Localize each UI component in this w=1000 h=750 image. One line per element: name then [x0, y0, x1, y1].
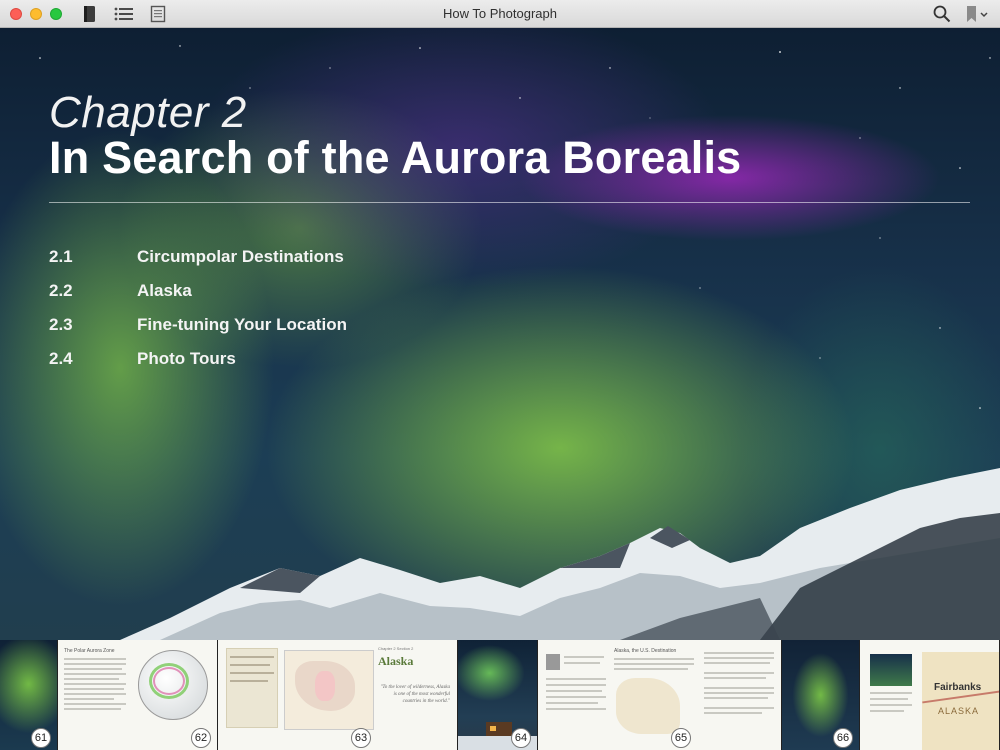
text-line: [704, 697, 768, 699]
toc-item-2-1[interactable]: 2.1 Circumpolar Destinations: [49, 240, 347, 274]
text-line: [64, 688, 124, 690]
text-line: [614, 658, 694, 660]
text-line: [64, 663, 126, 665]
maximize-window-button[interactable]: [50, 7, 62, 20]
text-line: [704, 692, 774, 694]
text-line: [230, 656, 274, 658]
page-filmstrip: 61 The Polar Aurora Zone 62 Chapter 2 Se: [0, 640, 1000, 750]
text-line: [704, 657, 774, 659]
toc-label: Circumpolar Destinations: [137, 247, 344, 266]
section-title: Alaska: [378, 654, 414, 668]
map-illustration: [284, 650, 374, 730]
text-line: [704, 672, 774, 674]
text-line: [64, 693, 126, 695]
text-line: [546, 690, 602, 692]
text-line: [704, 652, 774, 654]
page-number-badge: 61: [31, 728, 51, 748]
toc-number: 2.1: [49, 247, 73, 266]
text-line: [870, 692, 912, 694]
text-line: [704, 677, 766, 679]
library-icon[interactable]: [80, 4, 100, 24]
thumbnail-heading: Alaska, the U.S. Destination: [614, 648, 677, 654]
text-line: [704, 687, 774, 689]
toc-number: 2.2: [49, 281, 73, 300]
toc-label: Photo Tours: [137, 349, 236, 368]
toc-item-2-2[interactable]: 2.2 Alaska: [49, 274, 347, 308]
text-line: [704, 662, 770, 664]
text-line: [230, 680, 268, 682]
text-line: [64, 658, 126, 660]
text-line: [870, 698, 908, 700]
text-line: [64, 668, 122, 670]
text-line: [870, 704, 912, 706]
toc-number: 2.3: [49, 315, 73, 334]
text-line: [614, 663, 694, 665]
photo-inset: [870, 654, 912, 686]
page-number-badge: 64: [511, 728, 531, 748]
text-line: [870, 710, 904, 712]
text-line: [546, 696, 606, 698]
text-line: [64, 708, 121, 710]
minimize-window-button[interactable]: [30, 7, 42, 20]
chapter-label: Chapter 2: [49, 88, 247, 137]
page-thumbnail[interactable]: The Polar Aurora Zone 62: [58, 640, 218, 750]
search-icon[interactable]: [932, 4, 952, 24]
toc-label: Fine-tuning Your Location: [137, 315, 347, 334]
title-divider: [49, 202, 970, 203]
text-line: [704, 707, 774, 709]
alaska-map-illustration: [616, 678, 680, 734]
text-line: [64, 683, 126, 685]
page-thumbnail[interactable]: 61: [0, 640, 58, 750]
chapter-title: In Search of the Aurora Borealis: [49, 132, 742, 183]
text-line: [546, 708, 606, 710]
notes-icon[interactable]: [148, 4, 168, 24]
text-line: [614, 668, 688, 670]
text-line: [546, 678, 606, 680]
page-number-badge: 62: [191, 728, 211, 748]
toc-label: Alaska: [137, 281, 192, 300]
chapter-hero: Chapter 2 In Search of the Aurora Boreal…: [0, 28, 1000, 640]
page-thumbnail[interactable]: 64: [458, 640, 538, 750]
toc-number: 2.4: [49, 349, 73, 368]
section-quote: "To the lover of wilderness, Alaska is o…: [380, 685, 450, 704]
text-line: [704, 712, 762, 714]
region-map-illustration: Fairbanks ALASKA: [922, 652, 999, 750]
text-line: [564, 656, 604, 658]
close-window-button[interactable]: [10, 7, 22, 20]
map-city-label: Fairbanks: [934, 682, 982, 693]
window-titlebar: How To Photograph: [0, 0, 1000, 28]
page-number-badge: 65: [671, 728, 691, 748]
page-thumbnail[interactable]: Chapter 2 Section 2 Alaska "To the lover…: [218, 640, 458, 750]
text-line: [230, 664, 270, 666]
text-line: [64, 698, 114, 700]
text-line: [64, 673, 126, 675]
text-line: [546, 684, 606, 686]
window-controls: [10, 7, 62, 20]
bookmark-icon[interactable]: [964, 4, 990, 24]
thumbnail-heading: The Polar Aurora Zone: [64, 648, 115, 654]
sidebar-box: [226, 648, 278, 728]
page-thumbnail[interactable]: 66: [782, 640, 860, 750]
page-number-badge: 66: [833, 728, 853, 748]
chapter-toc: 2.1 Circumpolar Destinations 2.2 Alaska …: [49, 240, 347, 376]
text-line: [230, 672, 274, 674]
toc-item-2-3[interactable]: 2.3 Fine-tuning Your Location: [49, 308, 347, 342]
section-label: Chapter 2 Section 2: [378, 646, 414, 651]
page-thumbnail[interactable]: Alaska, the U.S. Destination 65: [538, 640, 782, 750]
text-line: [64, 703, 126, 705]
page-number-badge: 63: [351, 728, 371, 748]
page-thumbnail[interactable]: Fairbanks ALASKA: [860, 640, 1000, 750]
text-line: [64, 678, 119, 680]
map-region-label: ALASKA: [938, 706, 980, 716]
author-photo: [546, 654, 560, 670]
text-line: [564, 662, 600, 664]
globe-illustration: [138, 650, 208, 720]
text-line: [546, 702, 598, 704]
table-of-contents-icon[interactable]: [114, 4, 134, 24]
toc-item-2-4[interactable]: 2.4 Photo Tours: [49, 342, 347, 376]
